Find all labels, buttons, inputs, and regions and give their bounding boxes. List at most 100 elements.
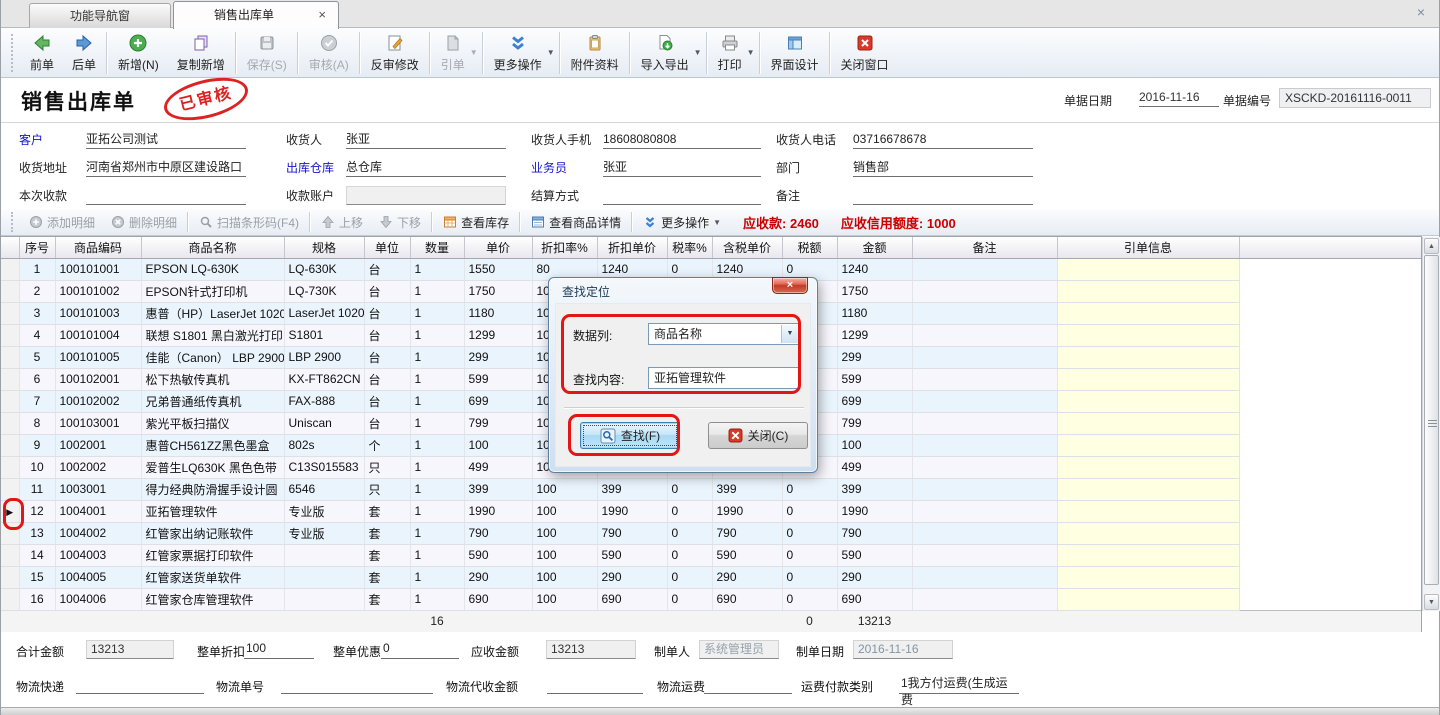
cell[interactable]: FAX-888 bbox=[284, 390, 364, 412]
cell[interactable]: 套 bbox=[364, 566, 410, 588]
consignee-field[interactable]: 张亚 bbox=[346, 130, 506, 149]
cell[interactable]: 100101002 bbox=[55, 280, 141, 302]
cell[interactable]: 1990 bbox=[712, 500, 782, 522]
approve-button[interactable]: 审核(A) bbox=[300, 30, 358, 76]
cell[interactable]: 1004002 bbox=[55, 522, 141, 544]
cell[interactable]: 台 bbox=[364, 280, 410, 302]
cell[interactable]: 1004001 bbox=[55, 500, 141, 522]
cell[interactable]: 100102001 bbox=[55, 368, 141, 390]
cell[interactable]: 只 bbox=[364, 478, 410, 500]
prev-doc-button[interactable]: 前单 bbox=[21, 30, 63, 76]
cell[interactable] bbox=[1057, 500, 1239, 522]
cell[interactable]: 亚拓管理软件 bbox=[141, 500, 284, 522]
cell[interactable]: 兄弟普通纸传真机 bbox=[141, 390, 284, 412]
cell[interactable]: 690 bbox=[837, 588, 912, 610]
cell[interactable]: 399 bbox=[712, 478, 782, 500]
cell[interactable]: 1990 bbox=[597, 500, 667, 522]
tab-sales-outbound[interactable]: 销售出库单 × bbox=[173, 1, 339, 29]
cell[interactable]: 6 bbox=[19, 368, 55, 390]
dialog-close-button[interactable]: × bbox=[772, 277, 808, 294]
cell[interactable]: 1002002 bbox=[55, 456, 141, 478]
cell[interactable]: 1 bbox=[410, 368, 464, 390]
column-header[interactable]: 规格 bbox=[284, 237, 364, 258]
column-header[interactable]: 商品编码 bbox=[55, 237, 141, 258]
row-selector[interactable] bbox=[1, 434, 19, 456]
cell[interactable]: 100 bbox=[464, 434, 532, 456]
cell[interactable]: 1240 bbox=[837, 258, 912, 280]
cell[interactable]: 1 bbox=[410, 500, 464, 522]
column-header[interactable]: 含税单价 bbox=[712, 237, 782, 258]
cell[interactable]: 红管家送货单软件 bbox=[141, 566, 284, 588]
cell[interactable]: 红管家票据打印软件 bbox=[141, 544, 284, 566]
cell[interactable]: 1 bbox=[410, 324, 464, 346]
column-header[interactable]: 序号 bbox=[19, 237, 55, 258]
cell[interactable] bbox=[1057, 522, 1239, 544]
cell[interactable] bbox=[912, 280, 1057, 302]
cell[interactable]: 1180 bbox=[837, 302, 912, 324]
cell[interactable]: 790 bbox=[464, 522, 532, 544]
cell[interactable]: C13S015583 bbox=[284, 456, 364, 478]
cell[interactable]: LQ-730K bbox=[284, 280, 364, 302]
payment-field[interactable] bbox=[86, 186, 246, 205]
column-header[interactable]: 单位 bbox=[364, 237, 410, 258]
cell[interactable]: 松下热敏传真机 bbox=[141, 368, 284, 390]
cell[interactable]: 100101004 bbox=[55, 324, 141, 346]
cell[interactable]: 1 bbox=[410, 434, 464, 456]
column-header[interactable]: 单价 bbox=[464, 237, 532, 258]
column-header[interactable]: 金额 bbox=[837, 237, 912, 258]
cell[interactable]: Uniscan bbox=[284, 412, 364, 434]
logistics-express-field[interactable] bbox=[76, 675, 204, 694]
scrollbar-thumb[interactable] bbox=[1424, 255, 1439, 585]
cell[interactable]: 套 bbox=[364, 500, 410, 522]
cell[interactable]: 1 bbox=[410, 544, 464, 566]
cell[interactable]: 惠普CH561ZZ黑色墨盒 bbox=[141, 434, 284, 456]
column-header[interactable]: 折扣单价 bbox=[597, 237, 667, 258]
cell[interactable] bbox=[1057, 390, 1239, 412]
cell[interactable]: 台 bbox=[364, 412, 410, 434]
cell[interactable] bbox=[1057, 368, 1239, 390]
dropdown-arrow-icon[interactable]: ▼ bbox=[713, 218, 721, 227]
row-selector[interactable] bbox=[1, 346, 19, 368]
save-button[interactable]: 保存(S) bbox=[238, 30, 296, 76]
cell[interactable] bbox=[912, 588, 1057, 610]
cell[interactable]: 100101005 bbox=[55, 346, 141, 368]
cell[interactable]: 1299 bbox=[837, 324, 912, 346]
row-selector[interactable] bbox=[1, 478, 19, 500]
cell[interactable]: 1550 bbox=[464, 258, 532, 280]
cell[interactable]: 599 bbox=[837, 368, 912, 390]
cell[interactable]: 1 bbox=[410, 280, 464, 302]
cell[interactable]: 690 bbox=[464, 588, 532, 610]
cell[interactable] bbox=[912, 544, 1057, 566]
mobile-field[interactable]: 18608080808 bbox=[603, 130, 761, 149]
row-selector[interactable] bbox=[1, 544, 19, 566]
cell[interactable]: 爱普生LQ630K 黑色色带 bbox=[141, 456, 284, 478]
cell[interactable]: 0 bbox=[782, 588, 837, 610]
cell[interactable] bbox=[1057, 588, 1239, 610]
account-field[interactable] bbox=[346, 186, 506, 205]
cell[interactable] bbox=[912, 368, 1057, 390]
tab-close-icon[interactable]: × bbox=[318, 2, 326, 28]
cell[interactable] bbox=[912, 390, 1057, 412]
cell[interactable]: 15 bbox=[19, 566, 55, 588]
cell[interactable]: 1 bbox=[410, 522, 464, 544]
address-field[interactable]: 河南省郑州市中原区建设路口 bbox=[86, 158, 246, 177]
cell[interactable]: 5 bbox=[19, 346, 55, 368]
row-selector[interactable] bbox=[1, 302, 19, 324]
cell[interactable]: 11 bbox=[19, 478, 55, 500]
dropdown-arrow-icon[interactable]: ▼ bbox=[694, 48, 702, 57]
cell[interactable] bbox=[1057, 324, 1239, 346]
cell[interactable]: 699 bbox=[464, 390, 532, 412]
cell[interactable]: 佳能（Canon） LBP 2900+ bbox=[141, 346, 284, 368]
next-doc-button[interactable]: 后单 bbox=[63, 30, 105, 76]
cell[interactable]: 590 bbox=[597, 544, 667, 566]
view-stock-button[interactable]: 查看库存 bbox=[435, 210, 517, 234]
cell[interactable]: 8 bbox=[19, 412, 55, 434]
cell[interactable]: 10 bbox=[19, 456, 55, 478]
column-header[interactable]: 税率% bbox=[667, 237, 712, 258]
cell[interactable]: 399 bbox=[464, 478, 532, 500]
cell[interactable]: 0 bbox=[782, 566, 837, 588]
cell[interactable] bbox=[1057, 478, 1239, 500]
pull-doc-button[interactable]: 引单 bbox=[432, 30, 474, 76]
dropdown-arrow-icon[interactable]: ▼ bbox=[470, 48, 478, 57]
cell[interactable]: 0 bbox=[782, 500, 837, 522]
